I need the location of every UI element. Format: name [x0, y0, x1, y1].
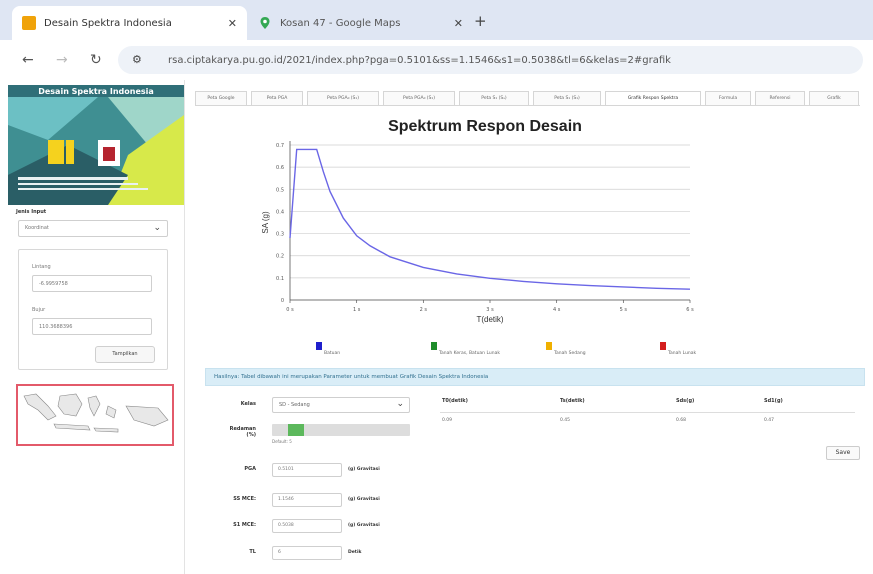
- chevron-down-icon: ⌄: [396, 399, 404, 409]
- tampilkan-button[interactable]: Tampilkan: [95, 346, 155, 363]
- y-tick-label: 0.3: [276, 232, 284, 238]
- browser-tab-title: Desain Spektra Indonesia: [44, 17, 172, 29]
- bujur-label: Bujur: [32, 307, 46, 313]
- x-tick-label: 2 s: [420, 307, 428, 313]
- tab-peta-s1-s1[interactable]: Peta S₁ (S₁): [533, 91, 601, 105]
- lintang-label: Lintang: [32, 264, 51, 270]
- chevron-down-icon: ⌄: [153, 223, 161, 233]
- lintang-input[interactable]: -6.9959758: [32, 275, 152, 292]
- close-icon[interactable]: ✕: [454, 17, 463, 30]
- site-settings-icon[interactable]: ⚙: [132, 53, 142, 66]
- kelas-select[interactable]: SD - Sedang ⌄: [272, 397, 410, 413]
- redaman-label: Redaman (%): [229, 426, 256, 438]
- y-tick-label: 0: [281, 298, 284, 304]
- tab-peta-pga-s1-b[interactable]: Peta PGA₀ (S₁): [383, 91, 455, 105]
- table-header-ts: Ts(detik): [560, 398, 585, 404]
- y-tick-label: 0.7: [276, 143, 284, 149]
- kelas-label: Kelas: [240, 401, 256, 407]
- pga-input[interactable]: 0.5101: [272, 463, 342, 477]
- pga-unit: (g) Gravitasi: [348, 467, 380, 472]
- y-tick-label: 0.2: [276, 254, 284, 260]
- ss-unit: (g) Gravitasi: [348, 497, 380, 502]
- forward-icon[interactable]: →: [56, 52, 68, 68]
- browser-tab-title: Kosan 47 - Google Maps: [280, 17, 401, 29]
- maps-pin-icon: [258, 16, 272, 30]
- y-axis-label: SA (g): [261, 211, 270, 234]
- x-tick-label: 0 s: [286, 307, 294, 313]
- x-tick-label: 3 s: [486, 307, 494, 313]
- url-text: rsa.ciptakarya.pu.go.id/2021/index.php?p…: [168, 55, 671, 66]
- tab-peta-s1-ss[interactable]: Peta S₁ (Sₛ): [459, 91, 529, 105]
- ss-label: SS MCE:: [233, 496, 256, 502]
- y-tick-label: 0.6: [276, 165, 284, 171]
- info-bar: Hasilnya: Tabel dibawah ini merupakan Pa…: [205, 368, 865, 386]
- input-type-label: Jenis Input: [16, 209, 47, 215]
- browser-tab-desain[interactable]: Desain Spektra Indonesia ✕: [12, 6, 247, 40]
- x-tick-label: 6 s: [686, 307, 694, 313]
- desain-favicon-icon: [22, 16, 36, 30]
- legend-label: Tanah Keras, Batuan Lunak: [439, 351, 500, 356]
- legend-swatch: [546, 342, 552, 350]
- tab-grafik-respon-spektra[interactable]: Grafik Respon Spektra: [605, 91, 701, 105]
- y-tick-label: 0.5: [276, 187, 284, 193]
- reload-icon[interactable]: ↻: [90, 52, 102, 68]
- close-icon[interactable]: ✕: [228, 17, 237, 30]
- x-axis-label: T(detik): [476, 315, 503, 324]
- input-type-select[interactable]: Koordinat ⌄: [18, 220, 168, 237]
- legend-swatch: [316, 342, 322, 350]
- back-icon[interactable]: ←: [22, 52, 34, 68]
- series-line: [289, 148, 691, 290]
- s1-unit: (g) Gravitasi: [348, 523, 380, 528]
- s1-input[interactable]: 0.5038: [272, 519, 342, 533]
- pga-label: PGA: [244, 466, 256, 472]
- tab-formula[interactable]: Formula: [705, 91, 751, 105]
- x-tick-label: 4 s: [553, 307, 561, 313]
- tabs-divider: [195, 105, 860, 106]
- tab-peta-pga[interactable]: Peta PGA: [251, 91, 303, 105]
- tab-grafik[interactable]: Grafik: [809, 91, 859, 105]
- redaman-value: Default: 5: [272, 439, 292, 444]
- indonesia-map[interactable]: [16, 384, 174, 446]
- legend-swatch: [660, 342, 666, 350]
- tab-referensi[interactable]: Referensi: [755, 91, 805, 105]
- table-cell-ts: 0.45: [560, 418, 571, 423]
- input-type-value: Koordinat: [25, 225, 49, 231]
- tl-label: TL: [249, 549, 256, 555]
- table-header-t0: T0(detik): [442, 398, 468, 404]
- y-tick-label: 0.1: [276, 276, 284, 282]
- browser-tab-maps[interactable]: Kosan 47 - Google Maps ✕: [248, 6, 473, 40]
- x-tick-label: 1 s: [353, 307, 361, 313]
- content-tabs: Peta Google Peta PGA Peta PGA₀ (S₁) Peta…: [195, 91, 860, 105]
- tab-peta-google[interactable]: Peta Google: [195, 91, 247, 105]
- legend-label: Batuan: [324, 351, 341, 356]
- spectrum-chart: 0 0.1 0.2 0.3 0.4 0.5 0.6 0.7 0 s 1 s 2 s 3 s 4 s 5 s…: [261, 141, 694, 324]
- s1-label: S1 MCE:: [233, 522, 256, 528]
- table-divider: [440, 412, 855, 413]
- app-banner: Desain Spektra Indonesia: [8, 85, 184, 205]
- tl-unit: Detik: [348, 550, 362, 555]
- legend-label: Tanah Lunak: [668, 351, 697, 356]
- bujur-input[interactable]: 110.3688396: [32, 318, 152, 335]
- table-header-sd1: Sd1(g): [764, 398, 783, 404]
- table-cell-sds: 0.68: [676, 418, 687, 423]
- table-cell-t0: 0.09: [442, 418, 453, 423]
- tl-input[interactable]: 6: [272, 546, 342, 560]
- save-button[interactable]: Save: [826, 446, 860, 460]
- kelas-value: SD - Sedang: [279, 402, 310, 408]
- legend-label: Tanah Sedang: [554, 351, 586, 356]
- redaman-slider-handle[interactable]: [288, 424, 304, 436]
- banner-title: Desain Spektra Indonesia: [38, 87, 154, 96]
- y-tick-label: 0.4: [276, 209, 284, 215]
- tab-peta-pga-s1-a[interactable]: Peta PGA₀ (S₁): [307, 91, 379, 105]
- ss-input[interactable]: 1.1546: [272, 493, 342, 507]
- new-tab-icon[interactable]: +: [474, 12, 487, 30]
- table-header-sds: Sds(g): [676, 398, 695, 404]
- x-tick-label: 5 s: [620, 307, 628, 313]
- legend-swatch: [431, 342, 437, 350]
- table-cell-sd1: 0.47: [764, 418, 775, 423]
